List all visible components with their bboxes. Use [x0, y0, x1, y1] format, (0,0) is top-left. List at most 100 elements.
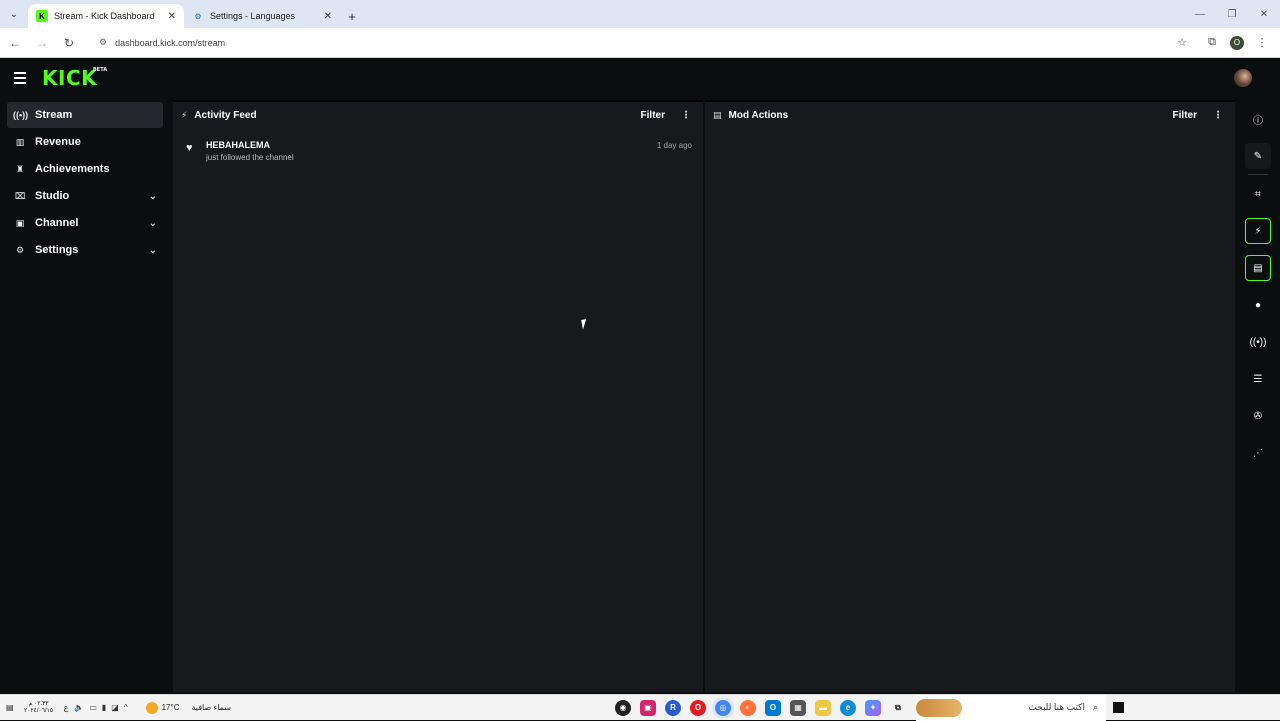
language-indicator[interactable]: ع: [64, 703, 69, 712]
address-bar[interactable]: ⚙ dashboard.kick.com/stream: [89, 32, 1169, 54]
trophy-icon: ♜: [15, 163, 25, 174]
share-icon[interactable]: ⋰: [1245, 440, 1271, 466]
search-placeholder: اكتب هنا للبحث: [1028, 702, 1085, 712]
more-options-icon[interactable]: ⋮: [1213, 110, 1223, 121]
sidebar-item-channel[interactable]: ▣ Channel ⌄: [7, 210, 163, 236]
broadcast-icon[interactable]: ((•)): [1245, 329, 1271, 355]
top-nav: KICK BETA: [0, 58, 1280, 98]
browser-tab-bar: ⌄ K Stream - Kick Dashboard ✕ ⚙ Settings…: [0, 0, 1280, 28]
focus-icon[interactable]: ⌗: [1245, 181, 1271, 207]
mod-actions-header: ▤ Mod Actions Filter ⋮: [705, 102, 1235, 128]
sidebar-item-studio[interactable]: ⌧ Studio ⌄: [7, 183, 163, 209]
filter-button[interactable]: Filter: [641, 110, 665, 121]
start-button[interactable]: [1106, 702, 1130, 713]
activity-feed-panel: ⚡ Activity Feed Filter ⋮ ♥ HEBAHALEMA ju…: [173, 100, 703, 692]
filter-button[interactable]: Filter: [1173, 110, 1197, 121]
feed-username[interactable]: HEBAHALEMA: [206, 140, 703, 150]
clock-time: ٠٢:٣٣ م: [28, 700, 49, 707]
layout-icon[interactable]: ☰: [1245, 366, 1271, 392]
chevron-down-icon: ⌄: [148, 244, 157, 256]
app-icon[interactable]: ◉: [615, 699, 631, 716]
weather-temp: 17°C: [161, 703, 180, 712]
close-tab-icon[interactable]: ✕: [324, 11, 332, 22]
sidebar-item-settings[interactable]: ⚙ Settings ⌄: [7, 237, 163, 263]
network-icon[interactable]: ▭: [89, 703, 97, 712]
clock-date: ٢٠٢٤/٠٦/١٥: [24, 707, 54, 714]
app-icon[interactable]: ▣: [640, 699, 656, 716]
stream-icon: ((•)): [13, 110, 29, 120]
volume-icon[interactable]: 🔈: [74, 703, 84, 712]
sidebar-item-label: Settings: [35, 244, 79, 256]
url-text: dashboard.kick.com/stream: [115, 37, 226, 48]
sidebar-item-label: Revenue: [35, 136, 81, 148]
app-icon[interactable]: R: [665, 699, 681, 716]
bookmark-star-icon[interactable]: ☆: [1170, 31, 1194, 55]
activity-feed-item: ♥ HEBAHALEMA just followed the channel 1…: [173, 128, 703, 162]
right-toolbar: ⓘ ✎ ⌗ ⚡ ▤ ● ((•)) ☰ ✇ ⋰: [1236, 100, 1280, 692]
activity-feed-header: ⚡ Activity Feed Filter ⋮: [173, 102, 703, 128]
sidebar-item-revenue[interactable]: ▥ Revenue: [7, 129, 163, 155]
window-controls: — ❐ ✕: [1184, 0, 1280, 28]
profile-avatar[interactable]: O: [1230, 35, 1244, 50]
sidebar-item-label: Channel: [35, 217, 79, 229]
forward-button[interactable]: →: [30, 31, 54, 55]
menu-icon[interactable]: [14, 72, 34, 84]
close-tab-icon[interactable]: ✕: [168, 11, 176, 22]
channel-icon: ▣: [15, 217, 25, 228]
pencil-icon[interactable]: ✎: [1245, 143, 1271, 169]
meet-icon[interactable]: ◪: [111, 703, 119, 712]
toolbar-divider: [1248, 174, 1268, 175]
mod-log-icon[interactable]: ▤: [1245, 255, 1271, 281]
sidebar-item-achievements[interactable]: ♜ Achievements: [7, 156, 163, 182]
mod-log-icon: ▤: [713, 109, 722, 120]
feed-timestamp: 1 day ago: [656, 141, 692, 150]
search-icon: ⌕: [1092, 702, 1098, 712]
notification-icon[interactable]: ▤: [6, 703, 14, 712]
microphone-icon[interactable]: ▮: [102, 703, 106, 712]
more-options-icon[interactable]: ⋮: [681, 110, 691, 121]
lightning-icon: ⚡: [181, 109, 188, 120]
gear-icon: ⚙: [194, 11, 202, 21]
task-view-icon[interactable]: ⧉: [890, 700, 906, 716]
chart-icon: ▥: [15, 136, 25, 147]
file-explorer-icon[interactable]: ▬: [815, 699, 831, 716]
chrome-icon[interactable]: ◎: [715, 699, 731, 716]
extensions-icon[interactable]: ⧉: [1200, 31, 1224, 55]
tab-search-icon[interactable]: ⌄: [0, 0, 28, 28]
chevron-down-icon: ⌄: [148, 217, 157, 229]
store-icon[interactable]: ▦: [790, 699, 806, 716]
user-avatar[interactable]: [1234, 69, 1252, 87]
close-window-button[interactable]: ✕: [1248, 0, 1280, 28]
wrench-icon[interactable]: ✇: [1245, 403, 1271, 429]
back-button[interactable]: ←: [3, 31, 27, 55]
tab-title: Stream - Kick Dashboard: [54, 11, 155, 21]
tab-settings-languages[interactable]: ⚙ Settings - Languages ✕: [184, 4, 340, 28]
reload-button[interactable]: ↻: [57, 31, 81, 55]
new-tab-button[interactable]: +: [340, 4, 364, 28]
weather-widget[interactable]: 17°C سماء صافية: [145, 701, 231, 714]
kick-logo[interactable]: KICK BETA: [42, 66, 107, 90]
copilot-icon[interactable]: ✦: [865, 699, 881, 716]
outlook-icon[interactable]: O: [765, 699, 781, 716]
tab-title: Settings - Languages: [210, 11, 296, 21]
taskbar-search[interactable]: ⌕ اكتب هنا للبحث: [916, 694, 1106, 721]
system-clock[interactable]: ٠٢:٣٣ م ٢٠٢٤/٠٦/١٥: [20, 701, 58, 715]
opera-icon[interactable]: O: [690, 699, 706, 716]
panel-title: Mod Actions: [728, 109, 789, 121]
maximize-button[interactable]: ❐: [1216, 0, 1248, 28]
lightning-icon[interactable]: ⚡: [1245, 218, 1271, 244]
info-icon[interactable]: ⓘ: [1245, 106, 1271, 132]
mouse-cursor: [581, 318, 593, 330]
windows-taskbar: ▤ ٠٢:٣٣ م ٢٠٢٤/٠٦/١٥ ع 🔈 ▭ ▮ ◪ ^ 17°C سم…: [0, 694, 1280, 721]
site-info-icon[interactable]: ⚙: [99, 37, 107, 48]
chat-icon[interactable]: ●: [1245, 292, 1271, 318]
tab-kick-dashboard[interactable]: K Stream - Kick Dashboard ✕: [28, 4, 184, 28]
firefox-icon[interactable]: ◐: [740, 699, 756, 716]
chevron-up-icon[interactable]: ^: [124, 703, 128, 712]
sidebar-item-stream[interactable]: ((•)) Stream: [7, 102, 163, 128]
sidebar-item-label: Studio: [35, 190, 70, 202]
edge-icon[interactable]: e: [840, 699, 856, 716]
minimize-button[interactable]: —: [1184, 0, 1216, 28]
studio-icon: ⌧: [14, 190, 26, 201]
browser-menu-icon[interactable]: ⋮: [1250, 31, 1274, 55]
